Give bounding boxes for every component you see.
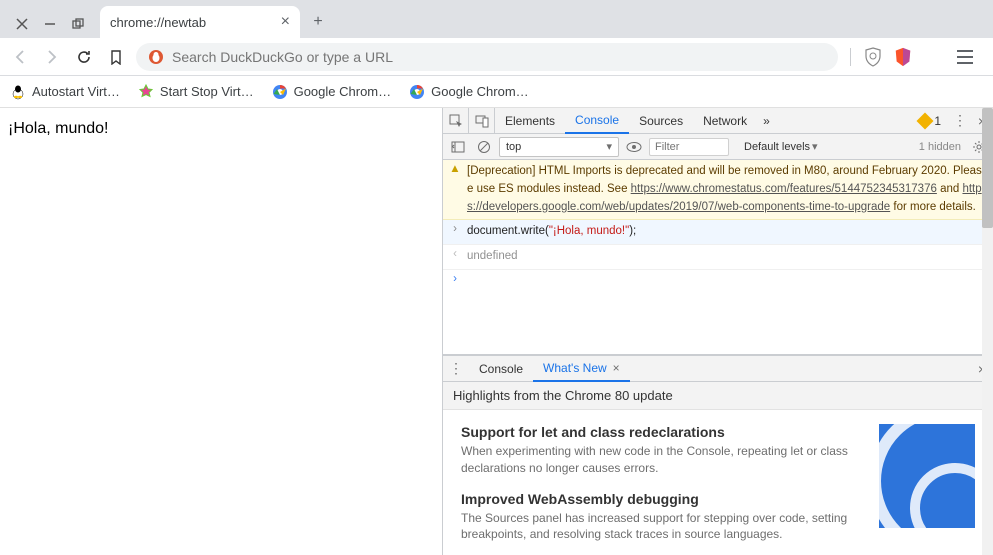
favicon-chrome-icon bbox=[272, 84, 288, 100]
chevron-right-icon: › bbox=[449, 273, 461, 285]
scrollbar-thumb[interactable] bbox=[982, 108, 993, 228]
brave-logo-icon[interactable] bbox=[893, 47, 913, 67]
browser-tab[interactable]: chrome://newtab × bbox=[100, 6, 300, 38]
console-input-row: › document.write("¡Hola, mundo!"); bbox=[443, 220, 993, 245]
devtools-more-tabs-button[interactable]: » bbox=[757, 108, 776, 134]
bookmark-label: Start Stop Virt… bbox=[160, 84, 254, 99]
search-engine-icon bbox=[148, 49, 164, 65]
device-toolbar-button[interactable] bbox=[469, 108, 495, 134]
nav-forward-button[interactable] bbox=[40, 45, 64, 69]
bookmark-label: Google Chrom… bbox=[294, 84, 392, 99]
console-output-value: undefined bbox=[467, 248, 987, 266]
whatsnew-item-desc: The Sources panel has increased support … bbox=[461, 510, 863, 544]
console-prompt-row[interactable]: › bbox=[443, 270, 993, 288]
drawer-menu-button[interactable]: ⋮ bbox=[443, 360, 469, 377]
live-expression-button[interactable] bbox=[623, 136, 645, 158]
deprecation-link[interactable]: https://www.chromestatus.com/features/51… bbox=[631, 183, 937, 195]
devtools-tab-elements[interactable]: Elements bbox=[495, 108, 565, 134]
devtools-menu-button[interactable]: ⋮ bbox=[949, 112, 971, 129]
whatsnew-illustration bbox=[879, 424, 975, 528]
chevron-down-icon: ▾ bbox=[812, 140, 818, 153]
bookmark-label: Autostart Virt… bbox=[32, 84, 120, 99]
new-tab-button[interactable]: + bbox=[304, 8, 332, 36]
context-selector[interactable]: top ▾ bbox=[499, 137, 619, 157]
whatsnew-banner: Highlights from the Chrome 80 update bbox=[443, 382, 993, 410]
console-warning-row: ▲ [Deprecation] HTML Imports is deprecat… bbox=[443, 160, 993, 220]
whatsnew-item-desc: When experimenting with new code in the … bbox=[461, 443, 863, 477]
scrollbar-track[interactable] bbox=[982, 108, 993, 555]
console-output: ▲ [Deprecation] HTML Imports is deprecat… bbox=[443, 160, 993, 354]
console-output-row: ‹ undefined bbox=[443, 245, 993, 270]
main-menu-button[interactable] bbox=[953, 45, 977, 69]
devtools-drawer: ⋮ Console What's New × × Highlights from… bbox=[443, 354, 993, 555]
warning-icon: ▲ bbox=[449, 163, 461, 175]
inspect-element-button[interactable] bbox=[443, 108, 469, 134]
favicon-linux-icon bbox=[10, 84, 26, 100]
tab-title: chrome://newtab bbox=[110, 15, 206, 30]
whatsnew-item-title[interactable]: Improved WebAssembly debugging bbox=[461, 491, 863, 507]
brave-shield-icon[interactable] bbox=[863, 47, 883, 67]
separator bbox=[850, 48, 851, 66]
reload-button[interactable] bbox=[72, 45, 96, 69]
chevron-down-icon: ▾ bbox=[606, 140, 612, 153]
warning-count: 1 bbox=[934, 114, 941, 128]
address-bar[interactable] bbox=[136, 43, 838, 71]
window-maximize-button[interactable] bbox=[64, 10, 92, 38]
devtools-tab-sources[interactable]: Sources bbox=[629, 108, 693, 134]
bookmark-button[interactable] bbox=[104, 45, 128, 69]
favicon-chrome-icon bbox=[409, 84, 425, 100]
console-filter-input[interactable] bbox=[649, 138, 729, 156]
context-label: top bbox=[506, 141, 604, 153]
page-body-text: ¡Hola, mundo! bbox=[8, 120, 109, 137]
warning-indicator[interactable]: 1 bbox=[919, 114, 949, 128]
bookmark-item[interactable]: Autostart Virt… bbox=[10, 84, 120, 100]
console-input-code: document.write("¡Hola, mundo!"); bbox=[467, 223, 987, 241]
address-input[interactable] bbox=[172, 49, 826, 65]
console-sidebar-toggle[interactable] bbox=[447, 136, 469, 158]
console-message: [Deprecation] HTML Imports is deprecated… bbox=[467, 163, 987, 216]
page-content: ¡Hola, mundo! bbox=[0, 108, 442, 555]
bookmark-item[interactable]: Google Chrom… bbox=[409, 84, 529, 100]
devtools-tab-console[interactable]: Console bbox=[565, 108, 629, 134]
chevron-right-icon: › bbox=[449, 223, 461, 235]
levels-label: Default levels bbox=[744, 141, 810, 153]
nav-back-button[interactable] bbox=[8, 45, 32, 69]
close-icon[interactable]: × bbox=[613, 361, 620, 375]
favicon-star-icon bbox=[138, 84, 154, 100]
devtools-tab-network[interactable]: Network bbox=[693, 108, 757, 134]
clear-console-button[interactable] bbox=[473, 136, 495, 158]
tab-close-button[interactable]: × bbox=[281, 13, 290, 31]
drawer-tab-console[interactable]: Console bbox=[469, 356, 533, 382]
window-minimize-button[interactable] bbox=[36, 10, 64, 38]
drawer-tab-whatsnew[interactable]: What's New × bbox=[533, 356, 630, 382]
devtools-panel: Elements Console Sources Network » 1 ⋮ ×… bbox=[442, 108, 993, 555]
whatsnew-item-title[interactable]: Support for let and class redeclarations bbox=[461, 424, 863, 440]
bookmarks-bar: Autostart Virt… Start Stop Virt… Google … bbox=[0, 76, 993, 108]
bookmark-item[interactable]: Google Chrom… bbox=[272, 84, 392, 100]
chevron-left-icon: ‹ bbox=[449, 248, 461, 260]
bookmark-item[interactable]: Start Stop Virt… bbox=[138, 84, 254, 100]
window-close-button[interactable] bbox=[8, 10, 36, 38]
log-levels-selector[interactable]: Default levels ▾ bbox=[739, 137, 859, 156]
bookmark-label: Google Chrom… bbox=[431, 84, 529, 99]
hidden-count[interactable]: 1 hidden bbox=[919, 141, 961, 153]
warning-icon bbox=[917, 112, 934, 129]
